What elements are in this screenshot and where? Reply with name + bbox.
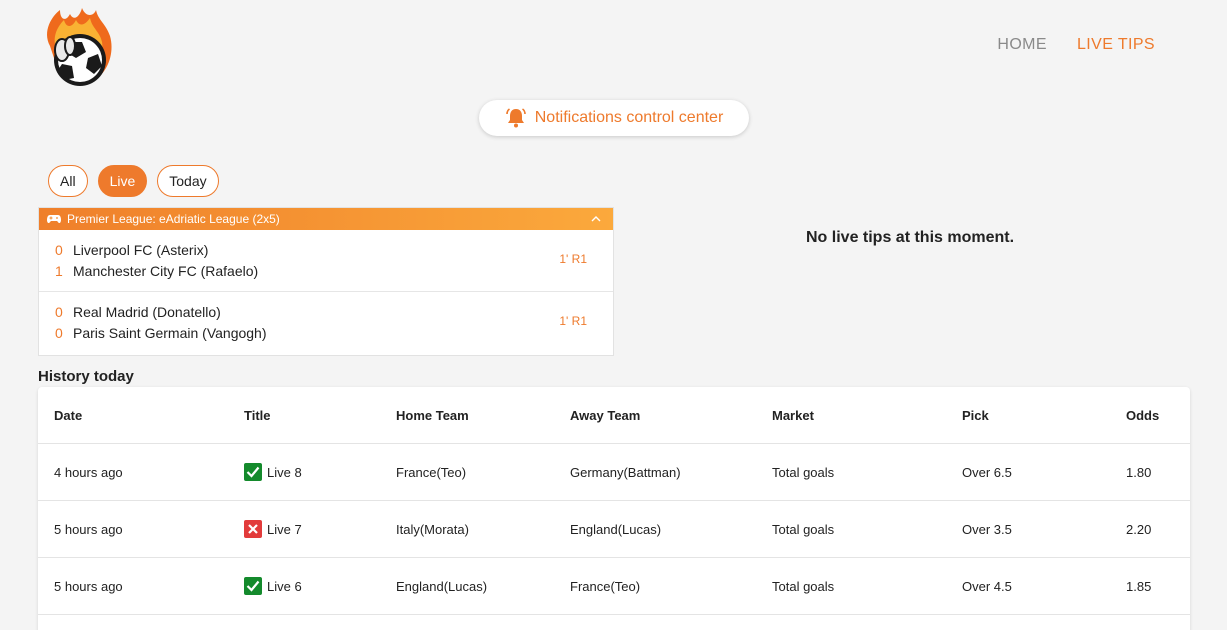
row-market: Total goals bbox=[772, 521, 835, 537]
flaming-ball-logo-icon bbox=[47, 8, 112, 86]
row-away-team: England(Lucas) bbox=[570, 521, 662, 537]
column-header-away-team[interactable]: Away Team bbox=[570, 387, 640, 443]
column-header-pick[interactable]: Pick bbox=[962, 387, 989, 443]
no-live-tips-message: No live tips at this moment. bbox=[806, 229, 1015, 246]
row-away-team: France(Teo) bbox=[570, 578, 641, 594]
main-nav: HOME LIVE TIPS bbox=[997, 36, 1155, 54]
away-team-name: Paris Saint Germain (Vangogh) bbox=[73, 324, 267, 341]
site-logo[interactable] bbox=[40, 6, 116, 88]
home-team-row: 0 Real Madrid (Donatello) bbox=[55, 301, 613, 322]
match-row[interactable]: 0 Liverpool FC (Asterix) 1 Manchester Ci… bbox=[39, 230, 613, 292]
league-card: Premier League: eAdriatic League (2x5) 0… bbox=[38, 207, 614, 356]
home-score: 0 bbox=[55, 303, 63, 320]
away-score: 1 bbox=[55, 262, 63, 279]
away-team-name: Manchester City FC (Rafaelo) bbox=[73, 262, 259, 279]
checkmark-icon bbox=[244, 463, 262, 481]
away-team-row: 1 Manchester City FC (Rafaelo) bbox=[55, 260, 613, 281]
cross-icon bbox=[244, 520, 262, 538]
row-odds: 1.85 bbox=[1126, 578, 1152, 594]
league-title: Premier League: eAdriatic League (2x5) bbox=[67, 212, 280, 226]
nav-live-tips-link[interactable]: LIVE TIPS bbox=[1077, 36, 1155, 54]
nav-home-link[interactable]: HOME bbox=[997, 36, 1047, 54]
row-away-team: Germany(Battman) bbox=[570, 464, 681, 480]
row-market: Total goals bbox=[772, 464, 835, 480]
home-team-name: Liverpool FC (Asterix) bbox=[73, 241, 209, 258]
row-title: Live 7 bbox=[244, 501, 302, 557]
row-title-text: Live 7 bbox=[267, 521, 302, 537]
column-header-title[interactable]: Title bbox=[244, 387, 271, 443]
match-time: 1' R1 bbox=[559, 314, 587, 328]
row-title: Live 8 bbox=[244, 444, 302, 500]
filter-today-button[interactable]: Today bbox=[157, 165, 219, 197]
row-home-team: France(Teo) bbox=[396, 464, 467, 480]
row-market: Total goals bbox=[772, 578, 835, 594]
row-date: 5 hours ago bbox=[54, 521, 123, 537]
league-header[interactable]: Premier League: eAdriatic League (2x5) bbox=[39, 208, 613, 230]
row-date: 4 hours ago bbox=[54, 464, 123, 480]
table-row[interactable]: 5 hours ago Live 7 Italy(Morata) England… bbox=[38, 501, 1190, 558]
home-score: 0 bbox=[55, 241, 63, 258]
row-odds: 1.80 bbox=[1126, 464, 1152, 480]
row-title-text: Live 6 bbox=[267, 578, 302, 594]
row-home-team: England(Lucas) bbox=[396, 578, 488, 594]
history-title: History today bbox=[38, 368, 134, 385]
table-header-row: Date Title Home Team Away Team Market Pi… bbox=[38, 387, 1190, 444]
gamepad-icon bbox=[47, 215, 61, 224]
match-time: 1' R1 bbox=[559, 252, 587, 266]
row-home-team: Italy(Morata) bbox=[396, 521, 469, 537]
row-pick: Over 3.5 bbox=[962, 521, 1012, 537]
column-header-market[interactable]: Market bbox=[772, 387, 814, 443]
table-row[interactable]: 4 hours ago Live 8 France(Teo) Germany(B… bbox=[38, 444, 1190, 501]
home-team-name: Real Madrid (Donatello) bbox=[73, 303, 221, 320]
row-date: 5 hours ago bbox=[54, 578, 123, 594]
row-title: Live 6 bbox=[244, 558, 302, 614]
column-header-odds[interactable]: Odds bbox=[1126, 387, 1159, 443]
table-row[interactable]: 5 hours ago Live 6 England(Lucas) France… bbox=[38, 558, 1190, 615]
match-row[interactable]: 0 Real Madrid (Donatello) 0 Paris Saint … bbox=[39, 292, 613, 355]
history-table: Date Title Home Team Away Team Market Pi… bbox=[38, 387, 1190, 630]
bell-icon bbox=[505, 108, 526, 128]
home-team-row: 0 Liverpool FC (Asterix) bbox=[55, 239, 613, 260]
notifications-label: Notifications control center bbox=[534, 109, 724, 126]
filter-all-button[interactable]: All bbox=[48, 165, 88, 197]
filter-pills: All Live Today bbox=[48, 165, 219, 197]
notifications-control-center-button[interactable]: Notifications control center bbox=[479, 100, 749, 136]
away-team-row: 0 Paris Saint Germain (Vangogh) bbox=[55, 322, 613, 343]
checkmark-icon bbox=[244, 577, 262, 595]
column-header-home-team[interactable]: Home Team bbox=[396, 387, 469, 443]
row-pick: Over 6.5 bbox=[962, 464, 1012, 480]
row-odds: 2.20 bbox=[1126, 521, 1152, 537]
filter-live-button[interactable]: Live bbox=[97, 165, 148, 197]
row-pick: Over 4.5 bbox=[962, 578, 1012, 594]
row-title-text: Live 8 bbox=[267, 464, 302, 480]
chevron-up-icon[interactable] bbox=[591, 213, 601, 225]
column-header-date[interactable]: Date bbox=[54, 387, 82, 443]
away-score: 0 bbox=[55, 324, 63, 341]
